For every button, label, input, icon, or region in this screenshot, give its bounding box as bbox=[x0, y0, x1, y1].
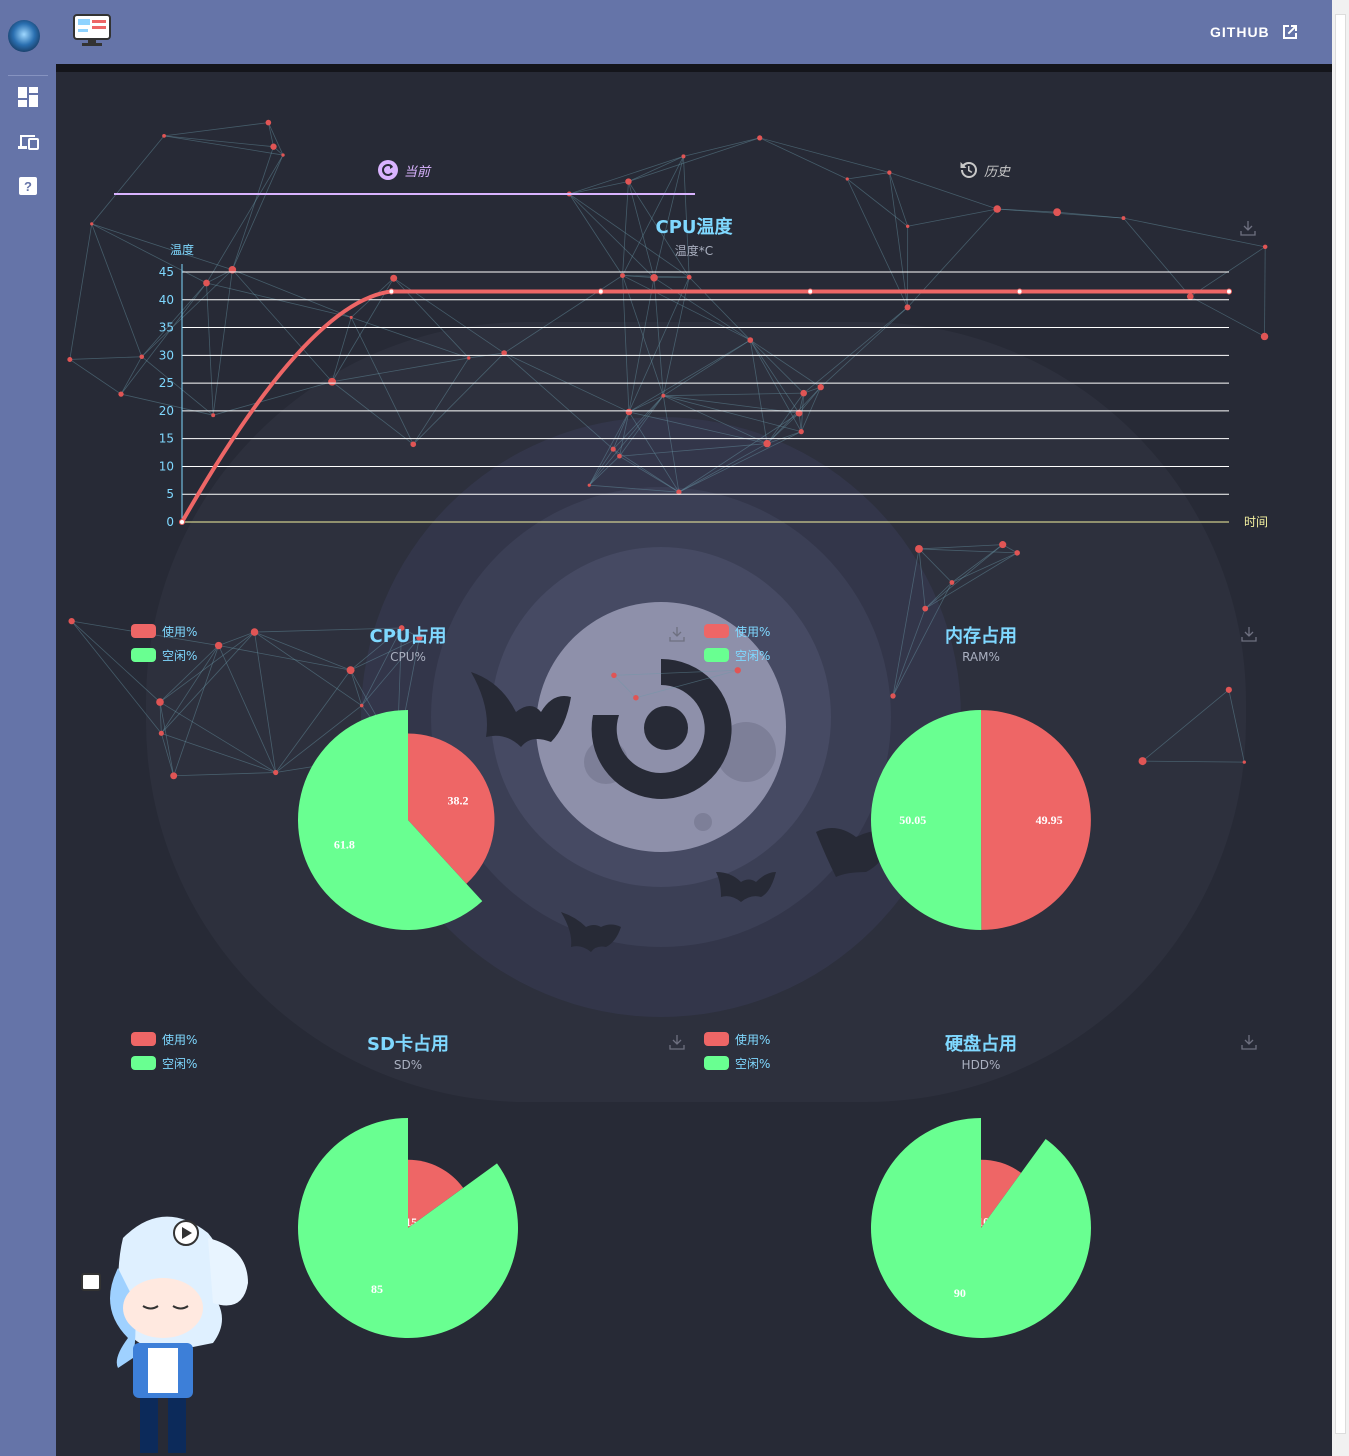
ram-chart-title: 内存占用 bbox=[945, 626, 1017, 647]
ram-chart-subtitle: RAM% bbox=[962, 650, 1000, 664]
sd-pie-slice[interactable] bbox=[298, 1118, 518, 1338]
temp-x-axis-label: 时间 bbox=[1244, 515, 1268, 529]
download-icon[interactable] bbox=[1241, 626, 1257, 642]
legend-item-free[interactable]: 空闲% bbox=[131, 643, 197, 667]
svg-text:?: ? bbox=[24, 179, 32, 194]
legend-swatch bbox=[131, 1056, 156, 1070]
temp-y-axis-label: 温度 bbox=[170, 242, 194, 257]
legend-swatch bbox=[131, 624, 156, 638]
temp-y-tick-label: 20 bbox=[159, 404, 174, 418]
dashboard-icon[interactable] bbox=[17, 86, 39, 108]
download-icon[interactable] bbox=[669, 1034, 685, 1050]
temp-y-tick-label: 35 bbox=[159, 321, 174, 335]
cpu-chart-title: CPU占用 bbox=[369, 626, 447, 647]
temp-data-point[interactable] bbox=[1226, 288, 1232, 295]
legend-label: 使用% bbox=[162, 1032, 198, 1047]
github-link[interactable]: GITHUB bbox=[1210, 22, 1300, 42]
sd-legend: 使用% 空闲% bbox=[131, 1027, 197, 1075]
download-icon[interactable] bbox=[669, 626, 685, 642]
devices-icon[interactable] bbox=[17, 131, 39, 153]
history-icon bbox=[960, 161, 977, 178]
hdd-slice-label: 90 bbox=[954, 1286, 966, 1300]
help-icon[interactable]: ? bbox=[17, 175, 39, 197]
legend-item-used[interactable]: 使用% bbox=[704, 1027, 770, 1051]
legend-label: 空闲% bbox=[735, 1056, 771, 1071]
tab-history[interactable]: 历史 bbox=[958, 160, 1010, 180]
hdd-pie-chart: 1090 bbox=[871, 1118, 1091, 1338]
monitor-app-icon[interactable] bbox=[72, 13, 112, 49]
sidebar-divider bbox=[8, 75, 48, 76]
sd-slice-label: 85 bbox=[371, 1282, 383, 1296]
cpu-pie-chart: 38.2 61.8 bbox=[298, 710, 495, 930]
legend-item-free[interactable]: 空闲% bbox=[131, 1051, 197, 1075]
legend-label: 使用% bbox=[735, 1032, 771, 1047]
temp-data-point[interactable] bbox=[1016, 288, 1023, 295]
mascot-character[interactable] bbox=[78, 1198, 253, 1456]
temp-y-tick-label: 5 bbox=[166, 487, 174, 501]
temp-data-point[interactable] bbox=[807, 288, 814, 295]
legend-item-used[interactable]: 使用% bbox=[131, 619, 197, 643]
scrollbar-thumb[interactable] bbox=[1335, 14, 1346, 1434]
legend-swatch bbox=[704, 1056, 729, 1070]
cpu-legend: 使用% 空闲% bbox=[131, 619, 197, 667]
hdd-legend: 使用% 空闲% bbox=[704, 1027, 770, 1075]
tab-current-label: 当前 bbox=[404, 164, 431, 180]
main-content: 当前 历史 CPU温度 温度*C 温度 0 5 10 15 20 25 30 35 40 45 时间 … bbox=[56, 72, 1332, 1456]
cpu-slice-label: 61.8 bbox=[334, 838, 355, 852]
temp-y-tick-label: 10 bbox=[159, 459, 174, 473]
legend-swatch bbox=[704, 648, 729, 662]
hdd-chart-subtitle: HDD% bbox=[961, 1058, 1001, 1072]
cpu-slice-label: 38.2 bbox=[447, 794, 468, 808]
temp-y-tick-label: 15 bbox=[159, 432, 174, 446]
legend-item-used[interactable]: 使用% bbox=[131, 1027, 197, 1051]
top-bar-shadow bbox=[56, 64, 1332, 72]
ram-slice-label: 50.05 bbox=[899, 813, 926, 827]
tab-current-indicator bbox=[114, 193, 695, 195]
temp-series-line bbox=[180, 289, 1229, 523]
sd-chart-subtitle: SD% bbox=[393, 1058, 423, 1072]
legend-swatch bbox=[704, 1032, 729, 1046]
ram-legend: 使用% 空闲% bbox=[704, 619, 770, 667]
temp-y-tick-label: 0 bbox=[166, 515, 174, 529]
temp-y-tick-label: 40 bbox=[159, 293, 174, 307]
temp-data-point[interactable] bbox=[597, 288, 604, 295]
legend-label: 使用% bbox=[735, 624, 771, 639]
tab-current[interactable]: 当前 bbox=[378, 160, 430, 180]
legend-label: 空闲% bbox=[162, 1056, 198, 1071]
hdd-pie-slice[interactable] bbox=[871, 1118, 1091, 1338]
logo-icon[interactable] bbox=[8, 20, 40, 52]
temp-line-chart: 温度 0 5 10 15 20 25 30 35 40 45 时间 bbox=[159, 242, 1268, 529]
ram-pie-chart: 49.95 50.05 bbox=[870, 710, 1091, 930]
legend-label: 使用% bbox=[162, 624, 198, 639]
legend-swatch bbox=[131, 1032, 156, 1046]
legend-swatch bbox=[131, 648, 156, 662]
legend-item-free[interactable]: 空闲% bbox=[704, 1051, 770, 1075]
temp-y-tick-label: 45 bbox=[159, 265, 174, 279]
legend-label: 空闲% bbox=[162, 648, 198, 663]
cpu-chart-subtitle: CPU% bbox=[390, 650, 426, 664]
github-label: GITHUB bbox=[1210, 24, 1270, 40]
top-app-bar bbox=[56, 0, 1332, 64]
open-in-new-icon bbox=[1282, 25, 1297, 39]
temp-y-tick-label: 25 bbox=[159, 376, 174, 390]
temp-data-point[interactable] bbox=[179, 519, 185, 525]
ram-slice-label: 49.95 bbox=[1036, 813, 1063, 827]
sd-chart-title: SD卡占用 bbox=[367, 1034, 449, 1055]
sd-pie-chart: 1585 bbox=[298, 1118, 518, 1338]
temp-data-point[interactable] bbox=[388, 288, 395, 295]
tab-history-label: 历史 bbox=[984, 164, 1011, 180]
temp-y-tick-label: 30 bbox=[159, 348, 174, 362]
legend-label: 空闲% bbox=[735, 648, 771, 663]
refresh-circle-icon bbox=[378, 160, 398, 180]
hdd-chart-title: 硬盘占用 bbox=[945, 1034, 1017, 1055]
legend-swatch bbox=[704, 624, 729, 638]
legend-item-used[interactable]: 使用% bbox=[704, 619, 770, 643]
download-icon[interactable] bbox=[1241, 1034, 1257, 1050]
legend-item-free[interactable]: 空闲% bbox=[704, 643, 770, 667]
sidebar: ? bbox=[0, 0, 56, 1456]
